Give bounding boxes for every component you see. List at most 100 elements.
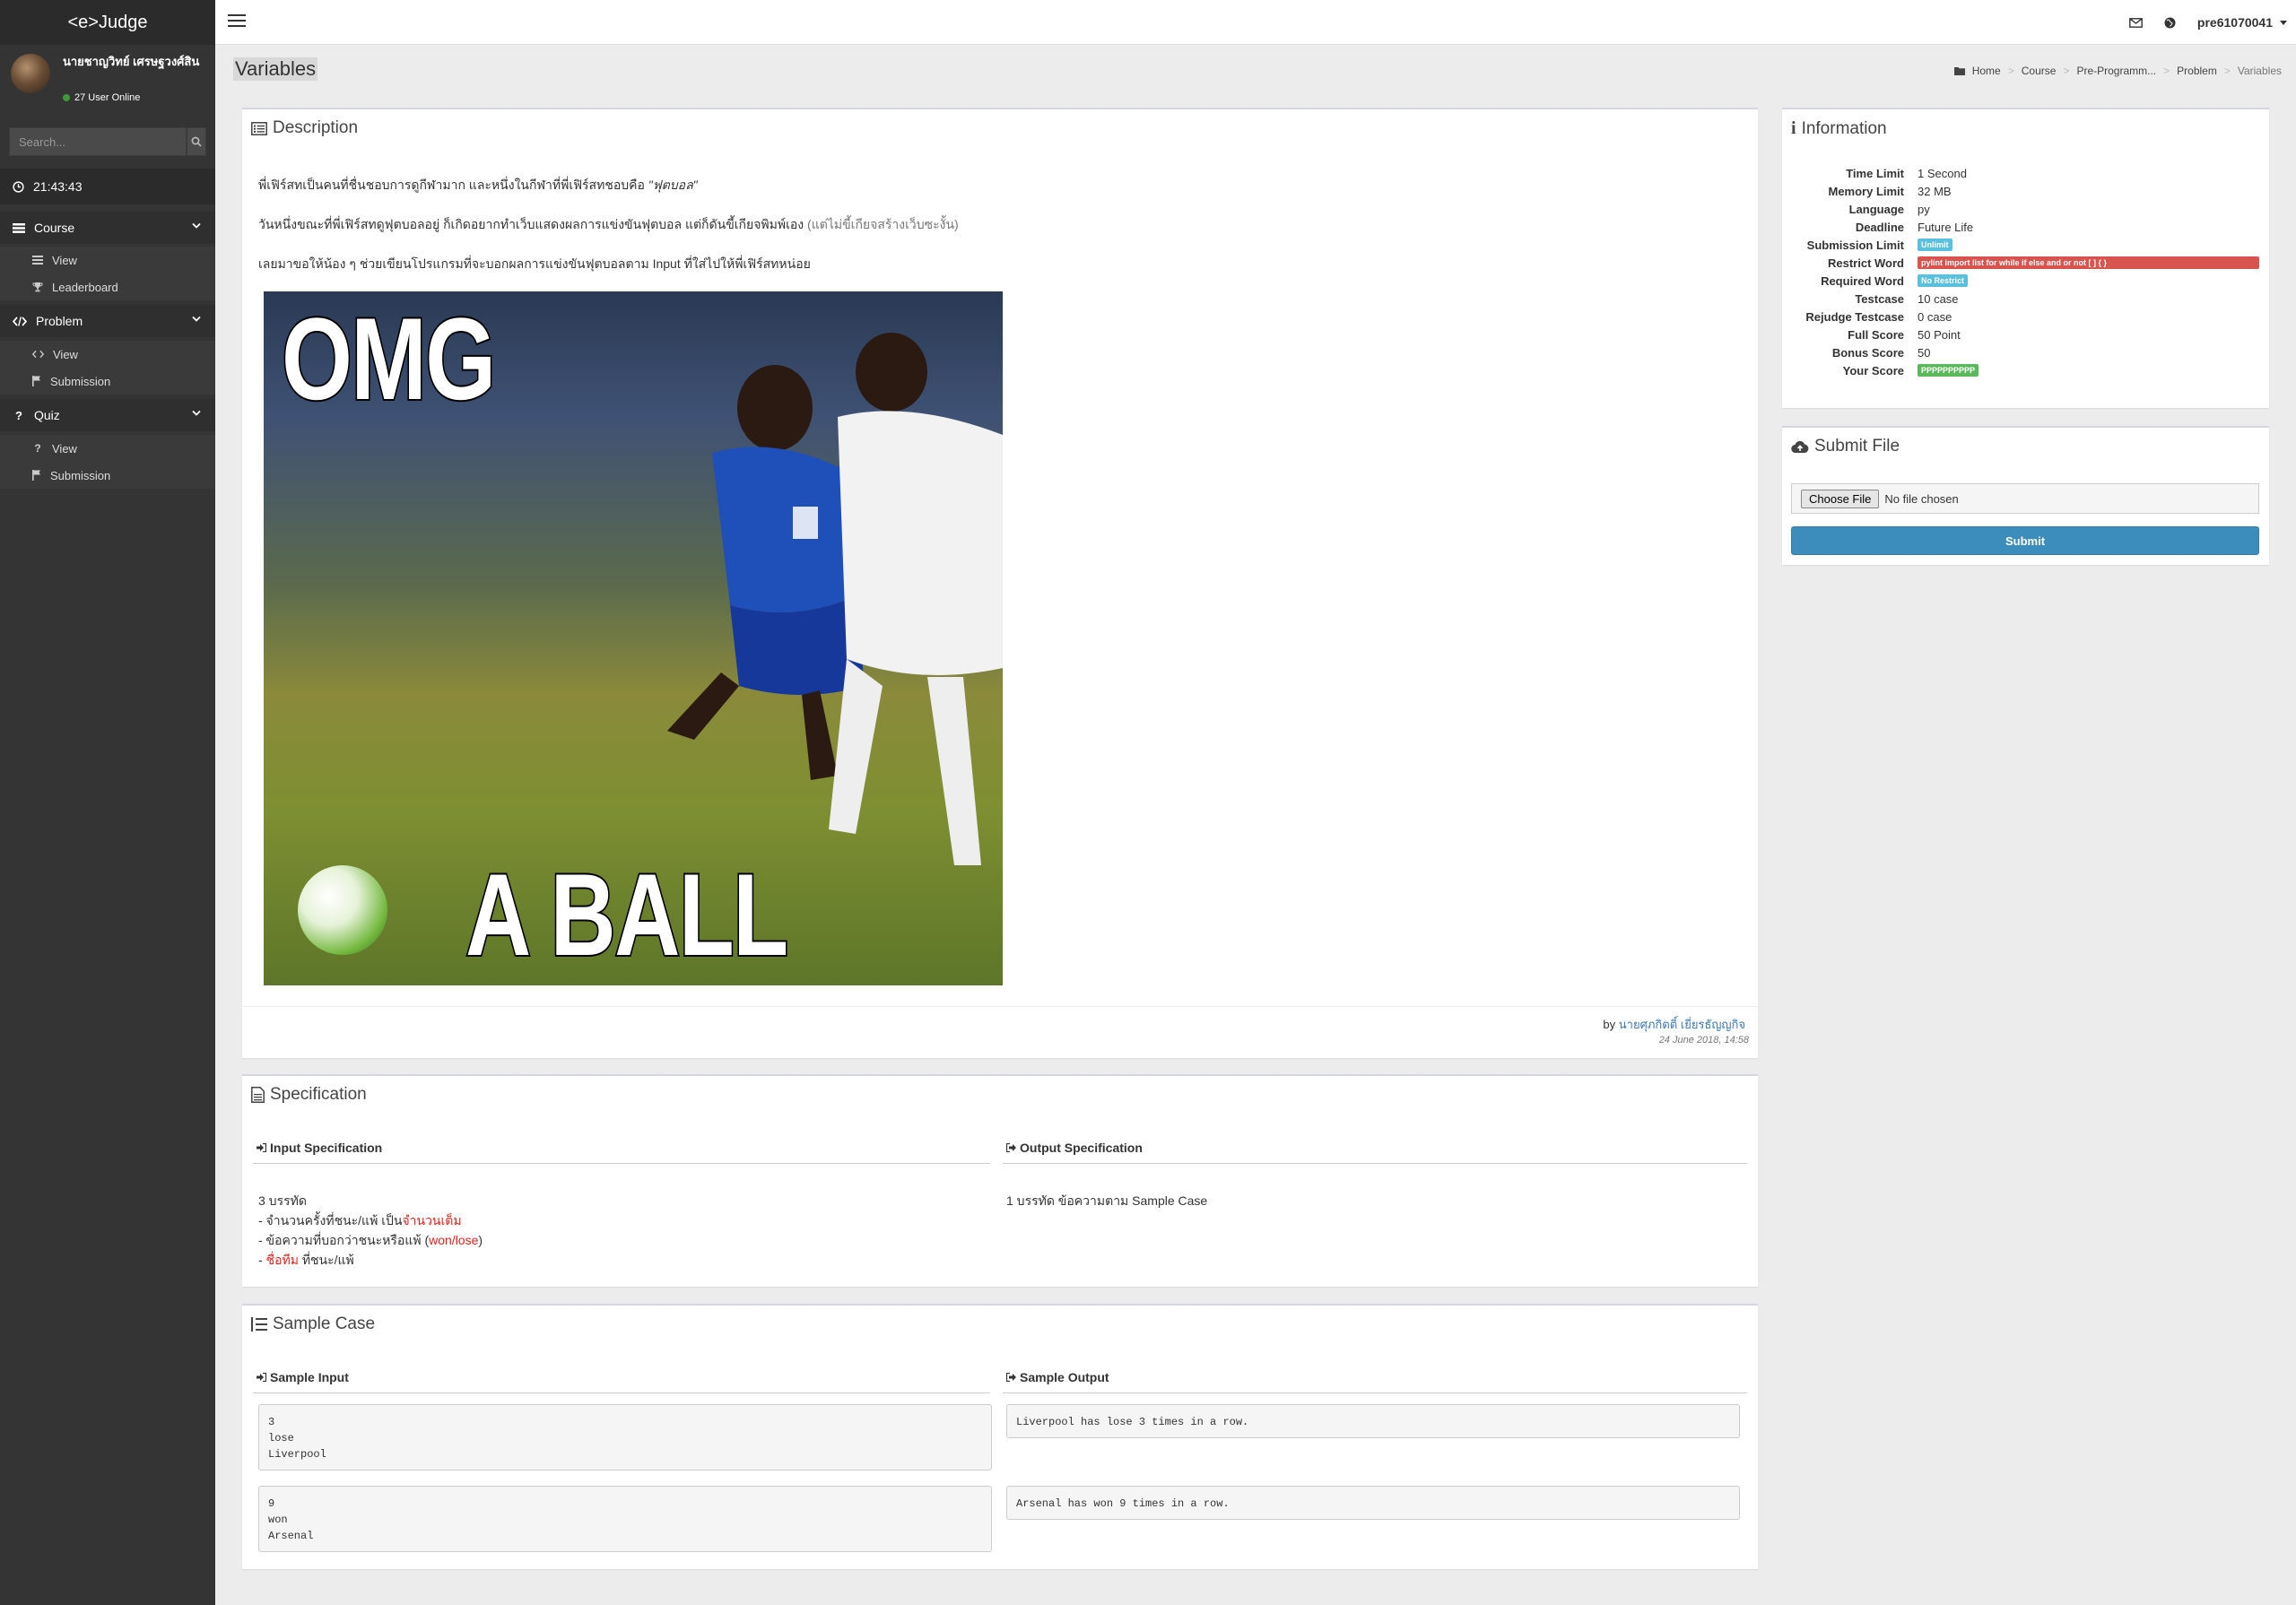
heading-text: Input Specification: [270, 1141, 383, 1155]
trophy-icon: [32, 282, 43, 292]
globe-icon[interactable]: [2164, 17, 2176, 29]
cloud-upload-icon: [1791, 440, 1809, 453]
sidebar: <e>Judge นายชาญวิทย์ เศรษฐวงศ์สิน 27 Use…: [0, 0, 215, 1605]
input-spec-text: 3 บรรทัด - จำนวนครั้งที่ชนะ/แพ้ เป็นจำนว…: [258, 1191, 483, 1270]
sign-out-icon: [1006, 1143, 1016, 1152]
info-label: Memory Limit: [1828, 185, 1904, 198]
breadcrumb-separator: >: [2007, 65, 2014, 77]
info-row-restrict-word: Restrict Word pylint import list for whil…: [1782, 256, 2269, 274]
info-label: Testcase: [1855, 292, 1904, 306]
info-icon: i: [1791, 118, 1796, 138]
breadcrumb: Home > Course > Pre-Programm... > Proble…: [1953, 65, 2282, 77]
user-dropdown[interactable]: pre61070041: [2197, 15, 2287, 30]
caret-down-icon: [2280, 20, 2287, 25]
sign-in-icon: [257, 1373, 266, 1382]
muted-text: (แต่ไม่ขี้เกียจสร้างเว็บซะงั้น): [807, 217, 959, 231]
info-value: 50 Point: [1918, 328, 1961, 342]
search-button[interactable]: [187, 127, 206, 156]
sidebar-menu-problem[interactable]: Problem: [0, 305, 215, 337]
sidebar-item-problem-submission[interactable]: Submission: [0, 368, 215, 395]
text: ): [478, 1233, 483, 1247]
info-label: Language: [1848, 203, 1904, 216]
info-row-testcase: Testcase 10 case: [1782, 292, 2269, 310]
heading-text: Sample Input: [270, 1370, 349, 1384]
sample-case-header: Sample Case: [251, 1314, 375, 1334]
heading-text: Output Specification: [1020, 1141, 1143, 1155]
description-title: Description: [273, 118, 359, 137]
highlight-text: won/lose: [429, 1233, 479, 1247]
sidebar-item-course-view[interactable]: View: [0, 247, 215, 273]
sample-input-2: 9 won Arsenal: [258, 1486, 992, 1552]
info-row-time-limit: Time Limit 1 Second: [1782, 167, 2269, 185]
info-label: Bonus Score: [1831, 346, 1904, 360]
sidebar-menu-course[interactable]: Course: [0, 212, 215, 244]
clock: 21:43:43: [0, 169, 215, 204]
submit-button[interactable]: Submit: [1791, 526, 2259, 555]
breadcrumb-separator: >: [2063, 65, 2070, 77]
info-value: No Restrict: [1918, 274, 1969, 287]
user-panel: นายชาญวิทย์ เศรษฐวงศ์สิน 27 User Online: [0, 45, 215, 120]
info-value: 10 case: [1918, 292, 1959, 306]
info-value: py: [1918, 203, 1930, 216]
file-input[interactable]: Choose File No file chosen: [1791, 483, 2259, 514]
information-box: i Information Time Limit 1 Second Memory …: [1782, 108, 2269, 408]
breadcrumb-home[interactable]: Home: [1972, 65, 2001, 77]
opponent-illustration: [829, 333, 1003, 865]
breadcrumb-pre-programming[interactable]: Pre-Programm...: [2076, 65, 2156, 77]
sidebar-menu-label: Problem: [36, 314, 83, 328]
meme-bottom-text: A BALL: [464, 847, 789, 982]
spec-line: - ชื่อทีม ที่ชนะ/แพ้: [258, 1250, 483, 1270]
breadcrumb-course[interactable]: Course: [2022, 65, 2057, 77]
output-spec-text: 1 บรรทัด ข้อความตาม Sample Case: [1006, 1193, 1208, 1208]
sidebar-item-problem-view[interactable]: View: [0, 341, 215, 368]
choose-file-button[interactable]: Choose File: [1801, 489, 1880, 508]
info-value: 0 case: [1918, 310, 1952, 324]
info-label: Deadline: [1855, 221, 1904, 234]
sample-output-1: Liverpool has lose 3 times in a row.: [1006, 1404, 1740, 1438]
clock-time: 21:43:43: [33, 179, 83, 194]
info-row-required-word: Required Word No Restrict: [1782, 274, 2269, 292]
hamburger-menu-icon[interactable]: [228, 13, 246, 28]
info-value: Future Life: [1918, 221, 1974, 234]
text: ที่ชนะ/แพ้: [298, 1253, 354, 1267]
sample-case-box: Sample Case Sample Input Sample Output 3…: [242, 1304, 1758, 1569]
sidebar-item-course-leaderboard[interactable]: Leaderboard: [0, 273, 215, 300]
sidebar-item-quiz-submission[interactable]: Submission: [0, 462, 215, 489]
meme-image: OMG A BALL: [264, 291, 1003, 985]
spec-line: - ข้อความที่บอกว่าชนะหรือแพ้ (won/lose): [258, 1230, 483, 1250]
sidebar-item-quiz-view[interactable]: ? View: [0, 435, 215, 462]
text: วันหนึ่งขณะที่พี่เฟิร์สทดูฟุตบอลอยู่ ก็เ…: [258, 217, 808, 231]
code-icon: [32, 350, 44, 359]
envelope-icon[interactable]: [2129, 17, 2143, 28]
submit-file-header: Submit File: [1791, 437, 1900, 456]
info-row-memory-limit: Memory Limit 32 MB: [1782, 185, 2269, 203]
search-icon: [191, 136, 202, 147]
info-label: Required Word: [1821, 274, 1904, 288]
divider: [253, 1392, 990, 1393]
brand-logo[interactable]: <e>Judge: [0, 0, 215, 45]
breadcrumb-current: Variables: [2237, 65, 2282, 77]
clock-icon: [13, 180, 24, 193]
description-paragraph-1: พี่เฟิร์สทเป็นคนที่ชื่นชอบการดูกีฬามาก แ…: [258, 176, 698, 195]
sidebar-menu-quiz[interactable]: ? Quiz: [0, 399, 215, 431]
highlight-text: จำนวนเต็ม: [402, 1213, 462, 1228]
submit-file-box: Submit File Choose File No file chosen S…: [1782, 426, 2269, 565]
author-link[interactable]: นายศุภกิตติ์ เยี่ยรธัญญกิจ: [1619, 1018, 1745, 1031]
heading-text: Sample Output: [1020, 1370, 1109, 1384]
breadcrumb-problem[interactable]: Problem: [2177, 65, 2217, 77]
author-line: by นายศุภกิตติ์ เยี่ยรธัญญกิจ: [1603, 1015, 1745, 1034]
username: pre61070041: [2196, 15, 2273, 30]
user-name: นายชาญวิทย์ เศรษฐวงศ์สิน: [63, 55, 200, 68]
description-paragraph-2: วันหนึ่งขณะที่พี่เฟิร์สทดูฟุตบอลอยู่ ก็เ…: [258, 215, 959, 235]
info-row-language: Language py: [1782, 203, 2269, 221]
top-navbar: pre61070041: [215, 0, 2296, 45]
info-row-rejudge-testcase: Rejudge Testcase 0 case: [1782, 310, 2269, 328]
football: [298, 865, 387, 955]
publish-date: 24 June 2018, 14:58: [1658, 1035, 1749, 1045]
page-title: Variables: [233, 57, 318, 81]
specification-header: Specification: [251, 1085, 367, 1105]
meme-top-text: OMG: [280, 291, 497, 426]
text: - ข้อความที่บอกว่าชนะหรือแพ้ (: [258, 1233, 430, 1247]
search-input[interactable]: [9, 127, 187, 156]
divider: [1003, 1163, 1747, 1164]
